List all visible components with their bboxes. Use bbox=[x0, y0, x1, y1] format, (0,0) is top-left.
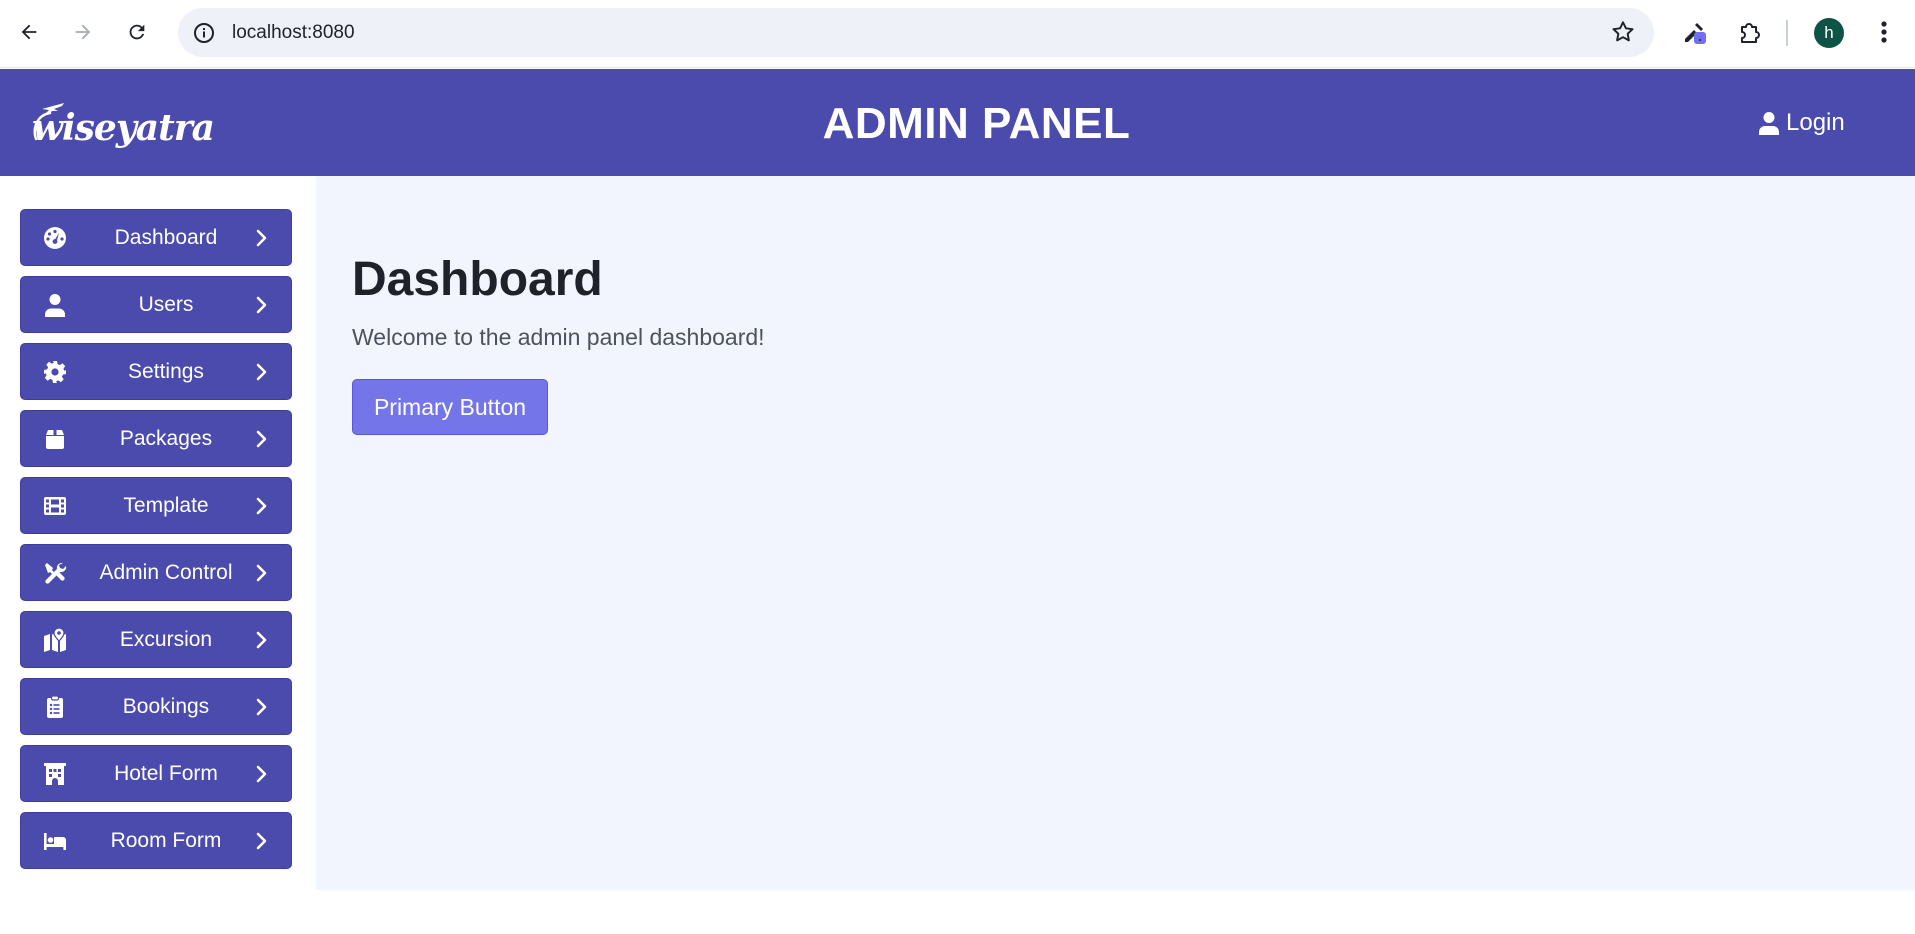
sidebar-item-label: Users bbox=[138, 293, 194, 316]
sidebar-item-packages[interactable]: Packages bbox=[20, 410, 292, 467]
tools-icon bbox=[45, 562, 67, 584]
address-bar[interactable]: localhost:8080 bbox=[178, 8, 1654, 57]
login-label: Login bbox=[1786, 109, 1845, 136]
page-header-title: ADMIN PANEL bbox=[822, 99, 1131, 148]
extension-button[interactable] bbox=[1676, 14, 1712, 50]
chevron-right-icon bbox=[256, 497, 267, 515]
eyedropper-extension-icon bbox=[1685, 23, 1706, 44]
bookmark-star-icon[interactable] bbox=[1610, 19, 1636, 45]
sidebar-item-admin-control[interactable]: Admin Control bbox=[20, 544, 292, 601]
chevron-right-icon bbox=[256, 765, 267, 783]
sidebar-item-label: Excursion bbox=[119, 628, 213, 651]
sidebar-item-label: Room Form bbox=[110, 829, 222, 852]
film-icon bbox=[44, 497, 66, 515]
gauge-icon bbox=[44, 227, 66, 249]
info-icon[interactable] bbox=[192, 21, 216, 45]
reload-icon bbox=[129, 24, 145, 40]
arrow-left-icon bbox=[21, 24, 37, 40]
url-text[interactable]: localhost:8080 bbox=[232, 22, 355, 44]
chevron-right-icon bbox=[256, 698, 267, 716]
sidebar-item-users[interactable]: Users bbox=[20, 276, 292, 333]
map-location-icon bbox=[44, 628, 66, 652]
chevron-right-icon bbox=[256, 430, 267, 448]
extensions-button[interactable] bbox=[1732, 14, 1768, 50]
app-header: wiseyatra ADMIN PANEL Login bbox=[0, 69, 1915, 176]
sidebar-item-settings[interactable]: Settings bbox=[20, 343, 292, 400]
sidebar-item-excursion[interactable]: Excursion bbox=[20, 611, 292, 668]
sidebar-item-room-form[interactable]: Room Form bbox=[20, 812, 292, 869]
reload-button[interactable] bbox=[119, 14, 155, 50]
page-title: Dashboard bbox=[352, 253, 603, 306]
chevron-right-icon bbox=[256, 564, 267, 582]
main-content: Dashboard Welcome to the admin panel das… bbox=[316, 176, 1915, 890]
sidebar-item-label: Template bbox=[123, 494, 209, 517]
chevron-right-icon bbox=[256, 631, 267, 649]
primary-button[interactable]: Primary Button bbox=[352, 379, 548, 435]
sidebar-item-label: Admin Control bbox=[99, 561, 233, 584]
chevron-right-icon bbox=[256, 296, 267, 314]
forward-button[interactable] bbox=[65, 14, 101, 50]
sidebar-item-label: Dashboard bbox=[114, 226, 218, 249]
sidebar-item-label: Hotel Form bbox=[114, 762, 218, 785]
profile-avatar[interactable]: h bbox=[1814, 18, 1844, 48]
sidebar-item-bookings[interactable]: Bookings bbox=[20, 678, 292, 735]
sidebar-item-label: Bookings bbox=[122, 695, 210, 718]
user-icon bbox=[1759, 112, 1779, 135]
login-link[interactable]: Login bbox=[1758, 109, 1845, 137]
gear-icon bbox=[44, 361, 66, 383]
package-icon bbox=[46, 430, 64, 449]
browser-toolbar: localhost:8080 h bbox=[0, 0, 1915, 68]
chevron-right-icon bbox=[256, 229, 267, 247]
kebab-menu-icon[interactable] bbox=[1868, 14, 1900, 50]
welcome-text: Welcome to the admin panel dashboard! bbox=[352, 324, 765, 350]
chevron-right-icon bbox=[256, 832, 267, 850]
user-icon bbox=[45, 294, 65, 317]
arrow-right-icon bbox=[75, 24, 91, 40]
sidebar-item-dashboard[interactable]: Dashboard bbox=[20, 209, 292, 266]
hotel-icon bbox=[44, 763, 66, 785]
chevron-right-icon bbox=[256, 363, 267, 381]
back-button[interactable] bbox=[11, 14, 47, 50]
sidebar-item-template[interactable]: Template bbox=[20, 477, 292, 534]
sidebar: Dashboard Users Settings Packages Templa… bbox=[0, 176, 316, 890]
clipboard-list-icon bbox=[47, 695, 63, 718]
sidebar-item-label: Packages bbox=[119, 427, 213, 450]
bed-icon bbox=[44, 833, 66, 850]
sidebar-item-label: Settings bbox=[128, 360, 204, 383]
toolbar-divider bbox=[1786, 20, 1788, 46]
sidebar-item-hotel-form[interactable]: Hotel Form bbox=[20, 745, 292, 802]
puzzle-icon bbox=[1741, 23, 1760, 43]
